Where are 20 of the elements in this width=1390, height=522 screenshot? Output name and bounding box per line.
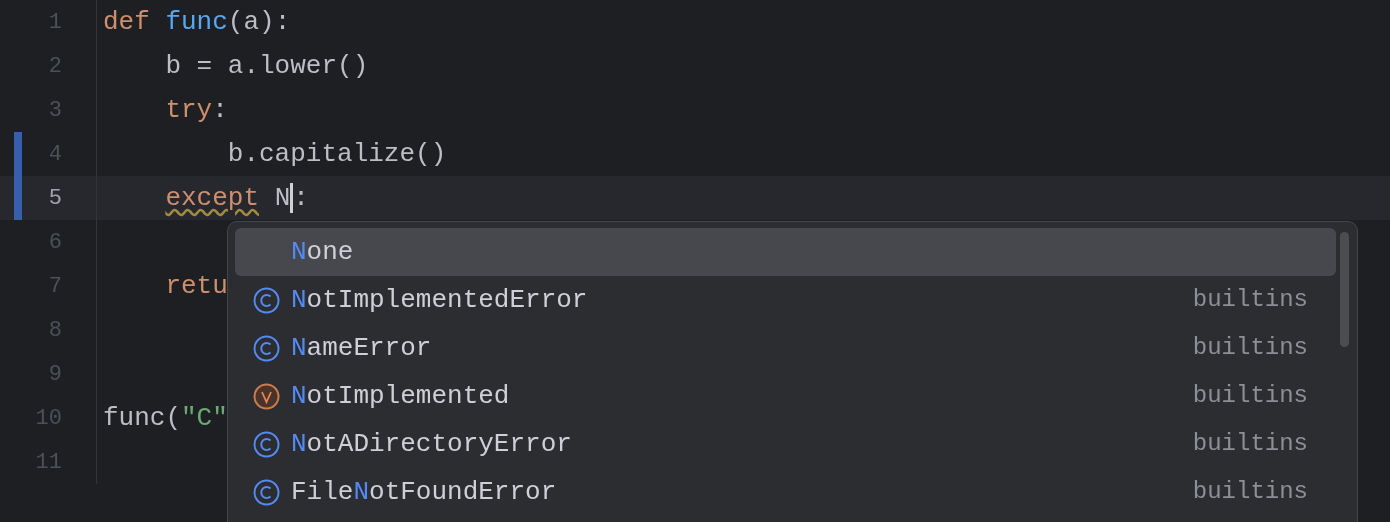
code-line: retu bbox=[164, 269, 228, 303]
class-icon bbox=[253, 478, 280, 506]
code-line: b = a.lower() bbox=[164, 49, 369, 83]
code-line: try: bbox=[164, 93, 228, 127]
text-cursor bbox=[290, 183, 294, 213]
class-icon bbox=[253, 286, 280, 314]
code-line: except N: bbox=[164, 181, 309, 215]
class-icon bbox=[253, 334, 280, 362]
completion-item[interactable]: NotImplementedError builtins bbox=[235, 276, 1336, 324]
completion-item[interactable]: NameError builtins bbox=[235, 324, 1336, 372]
code-line: func("C" bbox=[103, 401, 228, 435]
class-icon bbox=[253, 430, 280, 458]
code-line: b.capitalize() bbox=[226, 137, 447, 171]
completion-item[interactable]: FileNotFoundError builtins bbox=[235, 468, 1336, 516]
variable-icon bbox=[253, 382, 280, 410]
code-line: def func(a): bbox=[103, 5, 291, 39]
completion-item[interactable]: None bbox=[235, 228, 1336, 276]
completion-item[interactable]: NotImplemented builtins bbox=[235, 372, 1336, 420]
completion-item[interactable]: NotADirectoryError builtins bbox=[235, 420, 1336, 468]
line-number: 5 bbox=[48, 184, 62, 213]
